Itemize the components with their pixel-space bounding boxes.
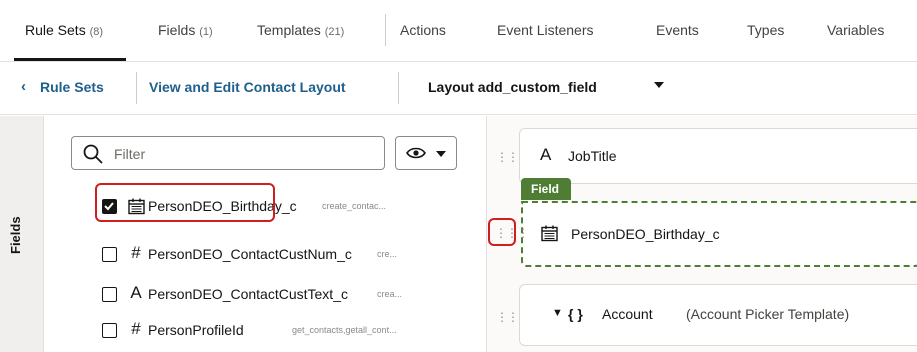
tab-rule-sets[interactable]: Rule Sets (8) (25, 22, 103, 38)
filter-input[interactable] (114, 144, 374, 164)
field-name: PersonProfileId (148, 322, 244, 338)
card-label: PersonDEO_Birthday_c (571, 226, 720, 242)
tab-fields[interactable]: Fields (1) (158, 22, 213, 38)
list-item[interactable]: # PersonDEO_ContactCustNum_c cre... (102, 241, 482, 269)
chevron-left-icon[interactable]: ‹ (21, 78, 26, 95)
top-tab-bar: Rule Sets (8) Fields (1) Templates (21) … (0, 0, 917, 62)
visibility-menu-button[interactable] (395, 136, 457, 170)
number-icon: # (131, 243, 141, 262)
field-meta: create_contac... (322, 201, 387, 211)
tab-templates[interactable]: Templates (21) (257, 22, 344, 38)
dropped-field-card[interactable]: PersonDEO_Birthday_c (521, 201, 917, 267)
tab-label: Fields (158, 22, 196, 38)
field-palette: PersonDEO_Birthday_c create_contac... # … (45, 116, 485, 352)
field-name: PersonDEO_ContactCustText_c (148, 286, 348, 302)
layout-field-card[interactable]: A JobTitle (519, 128, 917, 184)
text-icon: A (130, 283, 142, 302)
tab-label: Templates (257, 22, 321, 38)
checkbox[interactable] (102, 323, 117, 338)
breadcrumb-divider (136, 72, 137, 104)
caret-down-icon (436, 151, 446, 157)
field-meta: cre... (377, 249, 398, 259)
highlight-box (95, 183, 275, 222)
caret-down-icon[interactable]: ▼ (552, 307, 563, 319)
field-meta: get_contacts,getall_cont... (292, 325, 397, 335)
breadcrumb-current-link[interactable]: View and Edit Contact Layout (149, 79, 346, 95)
card-label: Account (602, 306, 653, 322)
tab-count: (21) (324, 26, 345, 38)
list-item[interactable]: # PersonProfileId get_contacts,getall_co… (102, 317, 482, 345)
breadcrumb-divider (398, 72, 399, 104)
breadcrumb: ‹ Rule Sets View and Edit Contact Layout… (0, 63, 917, 115)
tab-count: (8) (89, 26, 104, 38)
eye-icon (406, 147, 426, 159)
tab-label: Rule Sets (25, 22, 86, 38)
active-tab-indicator (14, 58, 126, 61)
filter-field[interactable] (71, 136, 385, 170)
search-icon (83, 144, 103, 164)
calendar-icon (541, 225, 558, 242)
number-icon: # (131, 319, 141, 338)
layout-template-card[interactable]: ▼ { } Account (Account Picker Template) (519, 284, 917, 346)
highlight-box (488, 218, 516, 246)
card-label: JobTitle (568, 148, 617, 164)
braces-icon: { } (568, 306, 583, 322)
back-to-rule-sets-link[interactable]: Rule Sets (40, 79, 104, 95)
checkbox[interactable] (102, 247, 117, 262)
checkbox[interactable] (102, 287, 117, 302)
side-tab-label: Fields (8, 216, 23, 254)
tab-divider (385, 14, 386, 46)
tab-types[interactable]: Types (747, 22, 784, 38)
tab-actions[interactable]: Actions (400, 22, 446, 38)
card-sublabel: (Account Picker Template) (686, 306, 850, 322)
tab-count: (1) (199, 26, 213, 38)
list-item[interactable]: A PersonDEO_ContactCustText_c crea... (102, 281, 482, 309)
field-name: PersonDEO_ContactCustNum_c (148, 246, 352, 262)
tab-event-listeners[interactable]: Event Listeners (497, 22, 594, 38)
caret-down-icon[interactable] (654, 82, 664, 88)
text-icon: A (540, 145, 552, 164)
fields-side-tab[interactable]: Fields (0, 116, 44, 352)
layout-selector[interactable]: Layout add_custom_field (428, 79, 597, 95)
tab-events[interactable]: Events (656, 22, 699, 38)
field-chip: Field (521, 178, 571, 200)
tab-variables[interactable]: Variables (827, 22, 884, 38)
field-meta: crea... (377, 289, 403, 299)
